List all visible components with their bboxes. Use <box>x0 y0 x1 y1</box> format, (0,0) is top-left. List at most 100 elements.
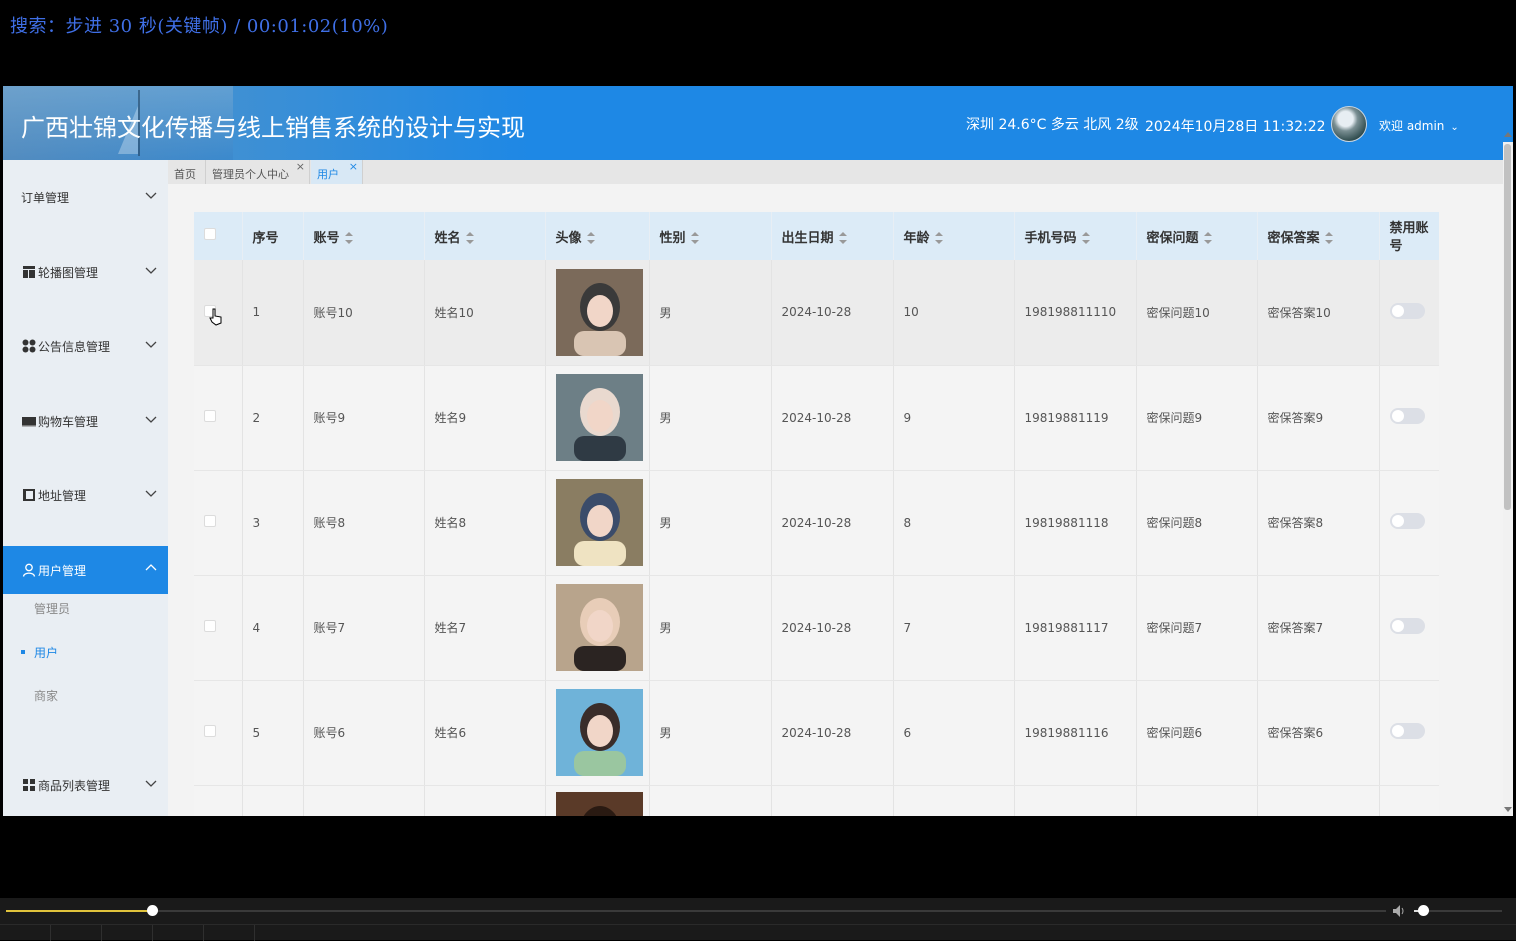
table-row[interactable]: 1 账号10 姓名10 男 2024-10-28 10 198198811110 密保问题10… <box>194 260 1439 366</box>
column-header-answer[interactable]: 密保答案 <box>1257 212 1380 260</box>
chevron-down-icon: ⌄ <box>1450 122 1459 133</box>
name-value: 姓名10 <box>434 305 474 320</box>
answer-cell: 密保答案6 <box>1257 680 1380 786</box>
user-menu[interactable]: 欢迎 admin ⌄ <box>1379 117 1459 134</box>
chevron-up-icon <box>145 564 157 571</box>
column-header-question[interactable]: 密保问题 <box>1136 212 1258 260</box>
submenu-item-admin[interactable]: 管理员 <box>34 600 70 617</box>
disable-account-toggle[interactable] <box>1389 408 1425 424</box>
scroll-up-icon[interactable] <box>1504 132 1512 137</box>
disable-account-toggle[interactable] <box>1389 723 1425 739</box>
age-cell: 8 <box>893 470 1015 576</box>
table-row[interactable]: 2 账号9 姓名9 男 2024-10-28 9 19819881119 密保问题9 密保答案9 <box>194 365 1439 471</box>
control-button[interactable] <box>0 925 51 941</box>
seek-knob[interactable] <box>147 905 159 916</box>
sort-icon[interactable] <box>690 232 699 244</box>
sort-icon[interactable] <box>344 232 353 244</box>
avatar-cell <box>545 260 650 366</box>
scrollbar-thumb[interactable] <box>1504 144 1511 510</box>
sidebar-item-cart[interactable]: 购物车管理 <box>3 397 168 445</box>
column-header-name[interactable]: 姓名 <box>424 212 546 260</box>
phone-cell: 19819881117 <box>1014 575 1137 681</box>
answer-value: 密保答案9 <box>1267 411 1324 425</box>
tab-home[interactable]: 首页 <box>168 160 206 184</box>
avatar-image[interactable] <box>555 791 643 817</box>
close-icon[interactable]: × <box>296 160 305 173</box>
volume-slider[interactable] <box>1414 905 1502 916</box>
birth-cell: 2024-10-28 <box>771 680 894 786</box>
disable-account-toggle[interactable] <box>1389 618 1425 634</box>
sidebar-item-products[interactable]: 商品列表管理 <box>3 761 168 809</box>
avatar-image[interactable] <box>555 479 643 566</box>
control-button[interactable] <box>153 925 204 941</box>
phone-cell: 19819881119 <box>1014 365 1137 471</box>
phone-value: 19819881116 <box>1024 725 1109 740</box>
row-no: 4 <box>242 575 304 681</box>
sort-icon[interactable] <box>838 232 847 244</box>
answer-cell: 密保答案9 <box>1257 365 1380 471</box>
sidebar-item-orders[interactable]: 订单管理 <box>3 173 168 221</box>
column-header-phone[interactable]: 手机号码 <box>1014 212 1137 260</box>
submenu-item-merchant[interactable]: 商家 <box>34 687 58 704</box>
sort-icon[interactable] <box>1081 232 1090 244</box>
sidebar-item-notices[interactable]: 公告信息管理 <box>3 322 168 370</box>
control-button[interactable] <box>51 925 102 941</box>
column-header-account[interactable]: 账号 <box>303 212 425 260</box>
avatar-image[interactable] <box>555 374 643 461</box>
submenu-item-label: 用户 <box>34 646 59 660</box>
tab-users[interactable]: 用户 × <box>311 160 363 184</box>
seek-bar[interactable] <box>6 905 1386 916</box>
age-cell: 6 <box>893 680 1015 786</box>
row-no: 5 <box>242 680 304 786</box>
avatar-image[interactable] <box>555 584 643 671</box>
close-icon[interactable]: × <box>349 160 358 173</box>
answer-value: 密保答案10 <box>1267 305 1331 320</box>
table-row[interactable]: 5 账号6 姓名6 男 2024-10-28 6 19819881116 密保问题6 密保答案6 <box>194 680 1439 786</box>
row-checkbox[interactable] <box>204 410 216 422</box>
avatar-image[interactable] <box>555 268 643 356</box>
account-cell: 账号10 <box>303 260 425 366</box>
row-checkbox[interactable] <box>204 725 216 737</box>
row-no: 1 <box>242 260 304 366</box>
avatar[interactable] <box>1331 106 1367 142</box>
birth-value: 2024-10-28 <box>781 410 852 425</box>
select-all-cell <box>194 212 243 260</box>
column-header-birth[interactable]: 出生日期 <box>771 212 894 260</box>
sort-icon[interactable] <box>586 232 595 244</box>
control-button[interactable] <box>204 925 255 941</box>
tab-admin-center[interactable]: 管理员个人中心 × <box>206 160 310 184</box>
column-header-gender[interactable]: 性别 <box>649 212 772 260</box>
sidebar-item-users[interactable]: 用户管理 <box>3 546 168 594</box>
control-button[interactable] <box>102 925 153 941</box>
sidebar-item-carousel[interactable]: 轮播图管理 <box>3 248 168 296</box>
disable-account-toggle[interactable] <box>1389 302 1425 319</box>
avatar-image[interactable] <box>555 689 643 776</box>
name-cell: 姓名7 <box>424 575 546 681</box>
top-header: 广西壮锦文化传播与线上销售系统的设计与实现 深圳 24.6°C 多云 北风 2级… <box>3 86 1513 160</box>
sort-icon[interactable] <box>465 232 474 244</box>
table-row[interactable]: 3 账号8 姓名8 男 2024-10-28 8 19819881118 密保问题8 密保答案8 <box>194 470 1439 576</box>
submenu-item-user[interactable]: 用户 <box>21 644 59 661</box>
seek-progress <box>6 910 153 912</box>
select-all-checkbox[interactable] <box>204 228 216 240</box>
column-header-age[interactable]: 年龄 <box>893 212 1015 260</box>
sort-icon[interactable] <box>1324 232 1333 244</box>
sidebar-item-label: 购物车管理 <box>38 415 99 429</box>
sidebar-item-label: 公告信息管理 <box>38 340 111 354</box>
answer-value: 密保答案7 <box>1267 621 1324 635</box>
sort-icon[interactable] <box>934 232 943 244</box>
scroll-down-icon[interactable] <box>1504 807 1512 812</box>
column-header-avatar[interactable]: 头像 <box>545 212 650 260</box>
row-checkbox[interactable] <box>204 515 216 527</box>
sort-icon[interactable] <box>1203 232 1212 244</box>
sidebar-item-address[interactable]: 地址管理 <box>3 471 168 519</box>
table-row[interactable]: 4 账号7 姓名7 男 2024-10-28 7 19819881117 密保问题7 密保答案7 <box>194 575 1439 681</box>
phone-cell: 19819881116 <box>1014 680 1137 786</box>
disable-account-toggle[interactable] <box>1389 513 1425 529</box>
account-value: 账号7 <box>313 621 346 635</box>
table-row[interactable] <box>194 785 1439 816</box>
vertical-scrollbar[interactable] <box>1503 132 1513 816</box>
volume-knob[interactable] <box>1417 905 1429 916</box>
volume-icon[interactable] <box>1392 904 1408 918</box>
row-checkbox[interactable] <box>204 620 216 632</box>
